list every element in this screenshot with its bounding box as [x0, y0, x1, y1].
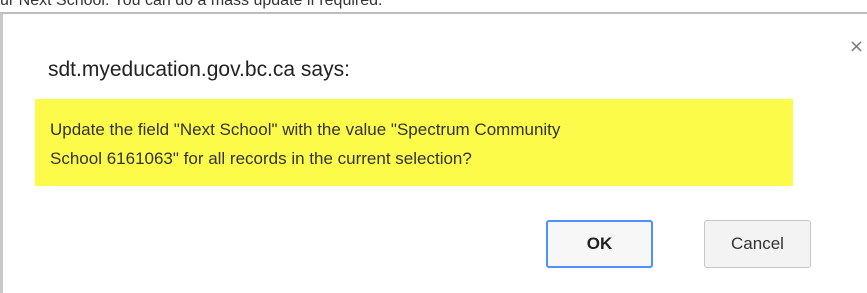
message-line-1: Update the field "Next School" with the … [50, 120, 561, 139]
ok-button[interactable]: OK [546, 220, 653, 268]
background-page-strip: ur Next School. You can do a mass update… [0, 0, 867, 12]
background-page-text: ur Next School. You can do a mass update… [0, 0, 383, 9]
message-highlight: Update the field "Next School" with the … [35, 99, 793, 186]
alert-dialog: × sdt.myeducation.gov.bc.ca says: Update… [0, 12, 867, 293]
cancel-button[interactable]: Cancel [704, 220, 811, 268]
close-icon[interactable]: × [849, 38, 864, 56]
dialog-title: sdt.myeducation.gov.bc.ca says: [48, 58, 350, 81]
message-line-2: School 6161063" for all records in the c… [50, 149, 472, 168]
